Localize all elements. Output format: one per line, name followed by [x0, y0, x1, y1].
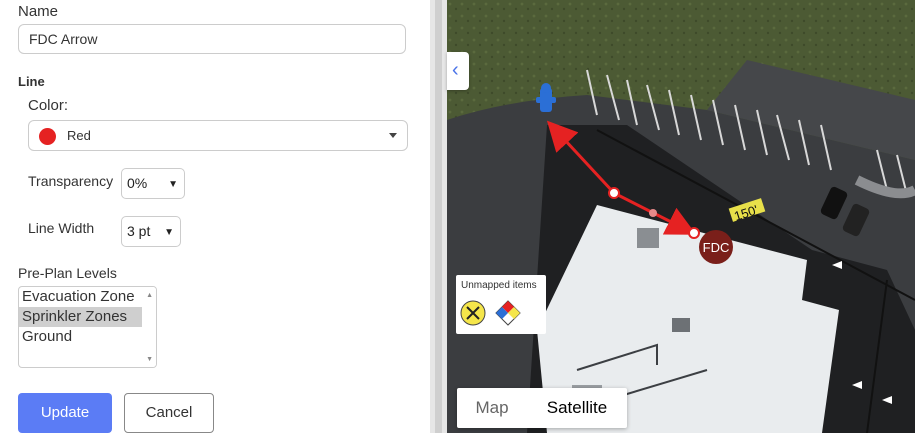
update-button[interactable]: Update [18, 393, 112, 433]
line-width-label: Line Width [28, 220, 95, 236]
map-type-control: Map Satellite [457, 388, 627, 428]
shape-editor-panel: Name FDC Arrow Line Color: Red Transpare… [0, 0, 430, 433]
line-width-select[interactable]: 3 pt ▼ [121, 216, 181, 247]
transparency-select[interactable]: 0% ▼ [121, 168, 185, 199]
color-swatch [39, 128, 56, 145]
listbox-scrollbar[interactable]: ▲ ▼ [142, 287, 156, 367]
name-label: Name [18, 3, 59, 20]
unmapped-items-box: Unmapped items [456, 275, 546, 334]
map-imagery: 150' FDC [447, 0, 915, 433]
levels-option-selected[interactable]: Sprinkler Zones [19, 307, 156, 327]
chevron-down-icon [389, 133, 397, 138]
fire-riser-icon[interactable] [460, 300, 486, 326]
levels-listbox[interactable]: Evacuation Zone Sprinkler Zones Ground ▲… [18, 286, 157, 368]
fdc-label: FDC [703, 240, 730, 255]
levels-label: Pre-Plan Levels [18, 265, 117, 281]
levels-option[interactable]: Evacuation Zone [19, 287, 156, 307]
line-width-value: 3 pt [127, 223, 151, 239]
cancel-button[interactable]: Cancel [124, 393, 214, 433]
color-select[interactable]: Red [28, 120, 408, 151]
chevron-down-icon: ▼ [164, 227, 174, 238]
transparency-value: 0% [127, 175, 148, 191]
levels-option[interactable]: Ground [19, 327, 156, 347]
color-value: Red [67, 128, 91, 143]
map-type-satellite[interactable]: Satellite [527, 388, 627, 428]
color-label: Color: [28, 97, 69, 114]
panel-splitter[interactable] [430, 0, 447, 433]
line-section-title: Line [18, 74, 45, 89]
chevron-left-icon: ‹ [452, 59, 459, 81]
map-type-map[interactable]: Map [457, 388, 527, 428]
unmapped-title: Unmapped items [461, 280, 537, 291]
collapse-panel-button[interactable]: ‹ [447, 52, 469, 90]
chevron-down-icon: ▼ [168, 179, 178, 190]
name-input[interactable]: FDC Arrow [18, 24, 406, 54]
scroll-down-icon[interactable]: ▼ [146, 356, 153, 363]
hazmat-diamond-icon[interactable] [495, 300, 521, 326]
satellite-map[interactable]: 150' FDC [447, 0, 915, 433]
transparency-label: Transparency [28, 173, 114, 189]
scroll-up-icon[interactable]: ▲ [146, 292, 153, 299]
